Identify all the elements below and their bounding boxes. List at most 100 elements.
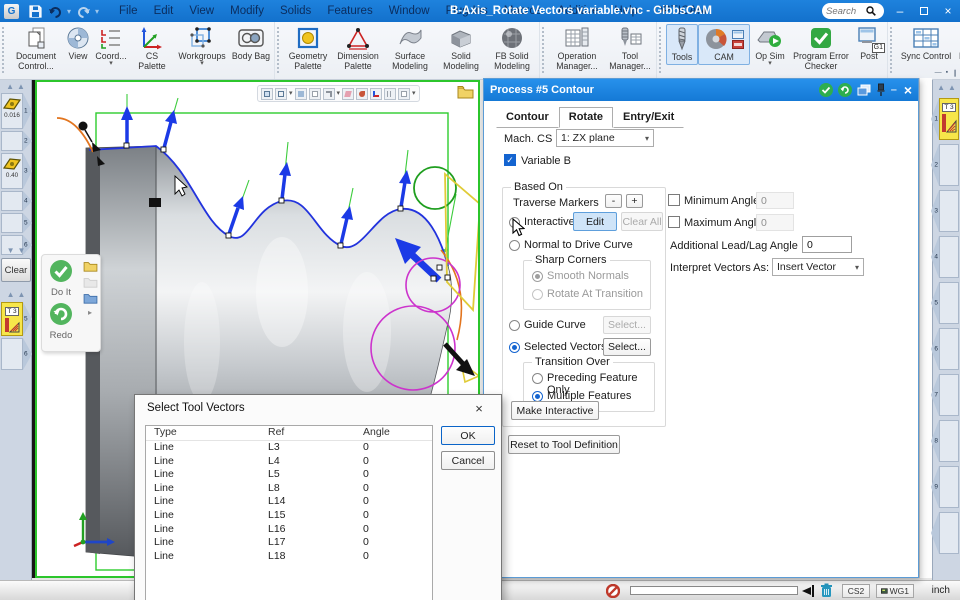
- lead-lag-field[interactable]: 0: [802, 236, 852, 253]
- pin-icon[interactable]: [876, 83, 886, 97]
- ops-scroll-up-icon[interactable]: ▲: [948, 83, 956, 93]
- interpret-vectors-dropdown[interactable]: Insert Vector ▾: [772, 258, 864, 276]
- tool-manager-button[interactable]: Tool Manager...: [605, 24, 655, 72]
- wg-indicator[interactable]: WG1: [876, 584, 914, 598]
- trash-icon[interactable]: [820, 583, 833, 598]
- dock-expand-icon[interactable]: ❙: [952, 69, 958, 77]
- cs-indicator[interactable]: CS2: [842, 584, 870, 598]
- grid-icon[interactable]: [384, 88, 396, 100]
- make-interactive-button[interactable]: Make Interactive: [511, 401, 599, 420]
- tool-slot-tab[interactable]: 1: [23, 93, 32, 129]
- tool-slot-tab[interactable]: 3: [23, 153, 32, 189]
- operation-tile[interactable]: [939, 282, 959, 324]
- reset-tool-definition-button[interactable]: Reset to Tool Definition: [508, 435, 620, 454]
- guide-select-button[interactable]: Select...: [603, 316, 651, 334]
- guide-curve-radio[interactable]: [509, 320, 520, 331]
- tool-tile-4[interactable]: [1, 191, 23, 211]
- select-mode-icon[interactable]: [261, 88, 273, 100]
- operation-slot-tab[interactable]: 3: [931, 190, 939, 232]
- vector-row[interactable]: Line L3 0: [146, 441, 432, 455]
- chevron-down-icon[interactable]: ▾: [200, 62, 204, 66]
- operation-tile[interactable]: [939, 420, 959, 462]
- search-input[interactable]: [826, 6, 866, 17]
- tool-tile-1[interactable]: 0.016: [1, 93, 23, 129]
- operation-tile-2[interactable]: [1, 338, 23, 370]
- view-button[interactable]: View: [63, 24, 93, 63]
- menu-item[interactable]: View: [181, 5, 222, 17]
- operation-tile[interactable]: [939, 236, 959, 278]
- copy-window-icon[interactable]: [857, 84, 871, 96]
- tab-rotate[interactable]: Rotate: [559, 107, 613, 128]
- menu-item[interactable]: Solids: [272, 5, 319, 17]
- smooth-normals-radio[interactable]: [532, 271, 543, 282]
- maximize-button[interactable]: [912, 0, 936, 22]
- cam-button[interactable]: CAM: [698, 24, 750, 65]
- undo-button[interactable]: [46, 3, 64, 19]
- redo-caret-icon[interactable]: ▾: [95, 7, 99, 16]
- vector-row[interactable]: Line L18 0: [146, 550, 432, 564]
- minimize-button[interactable]: –: [888, 0, 912, 22]
- rotate-at-transition-radio[interactable]: [532, 289, 543, 300]
- menu-item[interactable]: Plug-Ins: [438, 5, 496, 17]
- tool-slot-tab[interactable]: 4: [23, 191, 32, 211]
- process-dialog-titlebar[interactable]: Process #5 Contour – ×: [484, 79, 918, 101]
- operation-slot-tab[interactable]: 5: [23, 302, 32, 336]
- maximum-angle-checkbox[interactable]: [668, 216, 680, 228]
- operation-tile[interactable]: [939, 144, 959, 186]
- clear-all-button[interactable]: Clear All: [621, 212, 663, 231]
- traverse-minus-button[interactable]: -: [605, 194, 622, 208]
- chevron-down-icon[interactable]: ▾: [768, 62, 772, 66]
- document-control-button[interactable]: Document Control...: [9, 24, 63, 72]
- clear-button[interactable]: Clear: [1, 258, 31, 282]
- vector-row[interactable]: Line L15 0: [146, 509, 432, 523]
- post-button[interactable]: G1 Post: [852, 24, 886, 63]
- cs-palette-button[interactable]: CS Palette: [129, 24, 175, 72]
- menu-item[interactable]: Window: [381, 5, 438, 17]
- cancel-button[interactable]: Cancel: [441, 451, 495, 470]
- operation-slot-tab[interactable]: 2: [931, 144, 939, 186]
- menu-item[interactable]: Macros: [496, 5, 550, 17]
- palette-expand-icon[interactable]: ▸: [88, 308, 92, 317]
- operation-slot-tab[interactable]: 7: [931, 374, 939, 416]
- menu-item[interactable]: Additive: [550, 5, 607, 17]
- fb-solid-modeling-button[interactable]: FB Solid Modeling: [486, 24, 538, 72]
- workgroups-button[interactable]: Workgroups ▾: [175, 24, 229, 67]
- operation-slot-tab[interactable]: 1: [931, 98, 939, 140]
- shaded-part-icon[interactable]: [356, 88, 368, 100]
- save-folder-icon[interactable]: [83, 292, 98, 304]
- undo-caret-icon[interactable]: ▾: [67, 7, 71, 16]
- redo-process-icon[interactable]: [838, 83, 852, 97]
- op-sim-button[interactable]: Op Sim ▾: [750, 24, 790, 67]
- chevron-down-icon[interactable]: ▾: [109, 62, 113, 66]
- menu-item[interactable]: Edit: [146, 5, 182, 17]
- scroll-top-icon[interactable]: ▲: [17, 82, 25, 92]
- variable-b-checkbox[interactable]: [504, 154, 516, 166]
- minimum-angle-checkbox[interactable]: [668, 194, 680, 206]
- units-indicator[interactable]: inch: [932, 585, 950, 596]
- surface-modeling-button[interactable]: Surface Modeling: [384, 24, 436, 72]
- select-dialog-titlebar[interactable]: Select Tool Vectors ×: [135, 395, 501, 421]
- chevron-down-icon[interactable]: ▾: [289, 92, 293, 96]
- redo-view-icon[interactable]: [323, 88, 335, 100]
- view-cube-icon[interactable]: [275, 88, 287, 100]
- operation-manager-button[interactable]: Operation Manager...: [549, 24, 605, 72]
- redo-button[interactable]: [74, 3, 92, 19]
- scroll-bottom-icon[interactable]: ▼: [18, 246, 26, 256]
- dialog-minimize-icon[interactable]: –: [891, 84, 897, 96]
- selected-vectors-radio[interactable]: [509, 342, 520, 353]
- tool-tile-5[interactable]: [1, 213, 23, 233]
- vector-row[interactable]: Line L16 0: [146, 523, 432, 537]
- part-station-button[interactable]: Part Station ▾: [955, 24, 960, 67]
- vector-row[interactable]: Line L14 0: [146, 495, 432, 509]
- dimension-palette-button[interactable]: Dimension Palette: [332, 24, 384, 72]
- cs-axes-icon[interactable]: [370, 88, 382, 100]
- tab-contour[interactable]: Contour: [496, 107, 559, 128]
- window-layout-icon[interactable]: [295, 88, 307, 100]
- close-icon[interactable]: ×: [469, 401, 489, 416]
- workgroup-folder-icon[interactable]: [457, 85, 474, 102]
- sync-control-button[interactable]: Sync Control: [897, 24, 955, 63]
- group-handle-icon[interactable]: [542, 27, 547, 73]
- group-handle-icon[interactable]: [659, 27, 664, 73]
- tab-entry-exit[interactable]: Entry/Exit: [613, 107, 684, 128]
- menu-item[interactable]: File: [111, 5, 146, 17]
